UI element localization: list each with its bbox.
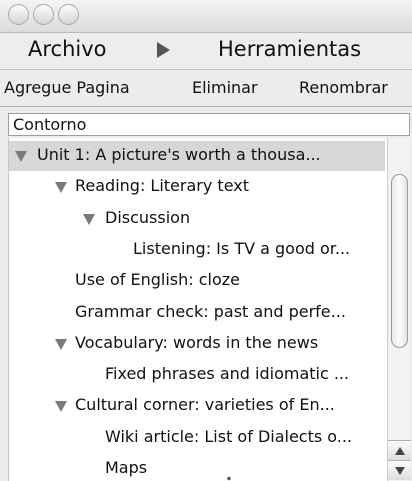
outline-row[interactable]: Reading: Literary text — [9, 172, 385, 202]
outline-row-label: Use of English: cloze — [75, 270, 241, 290]
close-window-icon[interactable] — [8, 4, 29, 25]
add-page-button[interactable]: Agregue Pagina — [4, 78, 130, 97]
scrollbar-thumb[interactable] — [391, 174, 408, 348]
outline-row-label: Grammar check: past and perfe... — [75, 301, 346, 321]
outline-row-label: Cultural corner: varieties of En... — [75, 395, 335, 415]
outline-row[interactable]: Maps — [9, 454, 385, 481]
disclosure-triangle-icon[interactable] — [15, 151, 27, 162]
outline-row-label: Wiki article: List of Dialects o... — [105, 426, 353, 446]
menu-archivo[interactable]: Archivo — [28, 37, 107, 61]
menu-herramientas[interactable]: Herramientas — [218, 37, 361, 61]
outline-row[interactable]: Vocabulary: words in the news — [9, 329, 385, 359]
delete-button[interactable]: Eliminar — [192, 78, 258, 97]
disclosure-triangle-icon[interactable] — [83, 213, 95, 225]
menubar: Archivo Herramientas — [0, 33, 412, 70]
disclosure-triangle-icon[interactable] — [55, 182, 67, 194]
outline-row[interactable]: Discussion — [9, 204, 385, 234]
vertical-scrollbar[interactable] — [387, 138, 411, 481]
outline-tree[interactable]: Unit 1: A picture's worth a thousa... Rea… — [8, 138, 411, 481]
outline-header-label: Contorno — [13, 115, 87, 134]
window-titlebar — [0, 0, 412, 33]
outline-row-label: Listening: Is TV a good or... — [133, 238, 351, 258]
minimize-window-icon[interactable] — [33, 4, 54, 25]
outline-row-label: Unit 1: A picture's worth a thousa... — [37, 145, 321, 164]
scroll-down-button[interactable] — [388, 460, 411, 480]
rename-button[interactable]: Renombrar — [299, 78, 388, 97]
scroll-up-button[interactable] — [388, 440, 411, 460]
outline-row-label: Discussion — [105, 207, 191, 227]
resize-handle-icon[interactable] — [225, 476, 233, 481]
disclosure-triangle-icon[interactable] — [55, 401, 67, 413]
outline-row[interactable]: Use of English: cloze — [9, 266, 385, 296]
arrow-up-icon — [395, 447, 405, 455]
outline-row[interactable]: Grammar check: past and perfe... — [9, 298, 385, 328]
arrow-down-icon — [395, 467, 405, 475]
disclosure-triangle-icon[interactable] — [55, 338, 67, 350]
outline-row-label: Vocabulary: words in the news — [75, 332, 319, 352]
outline-row[interactable]: Wiki article: List of Dialects o... — [9, 423, 385, 453]
outline-row[interactable]: Fixed phrases and idiomatic ... — [9, 360, 385, 390]
toolbar: Agregue Pagina Eliminar Renombrar — [0, 70, 412, 107]
outline-row-label: Reading: Literary text — [75, 176, 249, 196]
outline-header: Contorno — [8, 113, 410, 136]
zoom-window-icon[interactable] — [58, 4, 79, 25]
outline-row[interactable]: Cultural corner: varieties of En... — [9, 391, 385, 421]
outline-row-label: Maps — [105, 458, 148, 477]
triangle-right-icon — [157, 42, 170, 58]
outline-row-label: Fixed phrases and idiomatic ... — [105, 364, 350, 384]
outline-row[interactable]: Unit 1: A picture's worth a thousa... — [9, 141, 385, 171]
outline-row[interactable]: Listening: Is TV a good or... — [9, 235, 385, 265]
